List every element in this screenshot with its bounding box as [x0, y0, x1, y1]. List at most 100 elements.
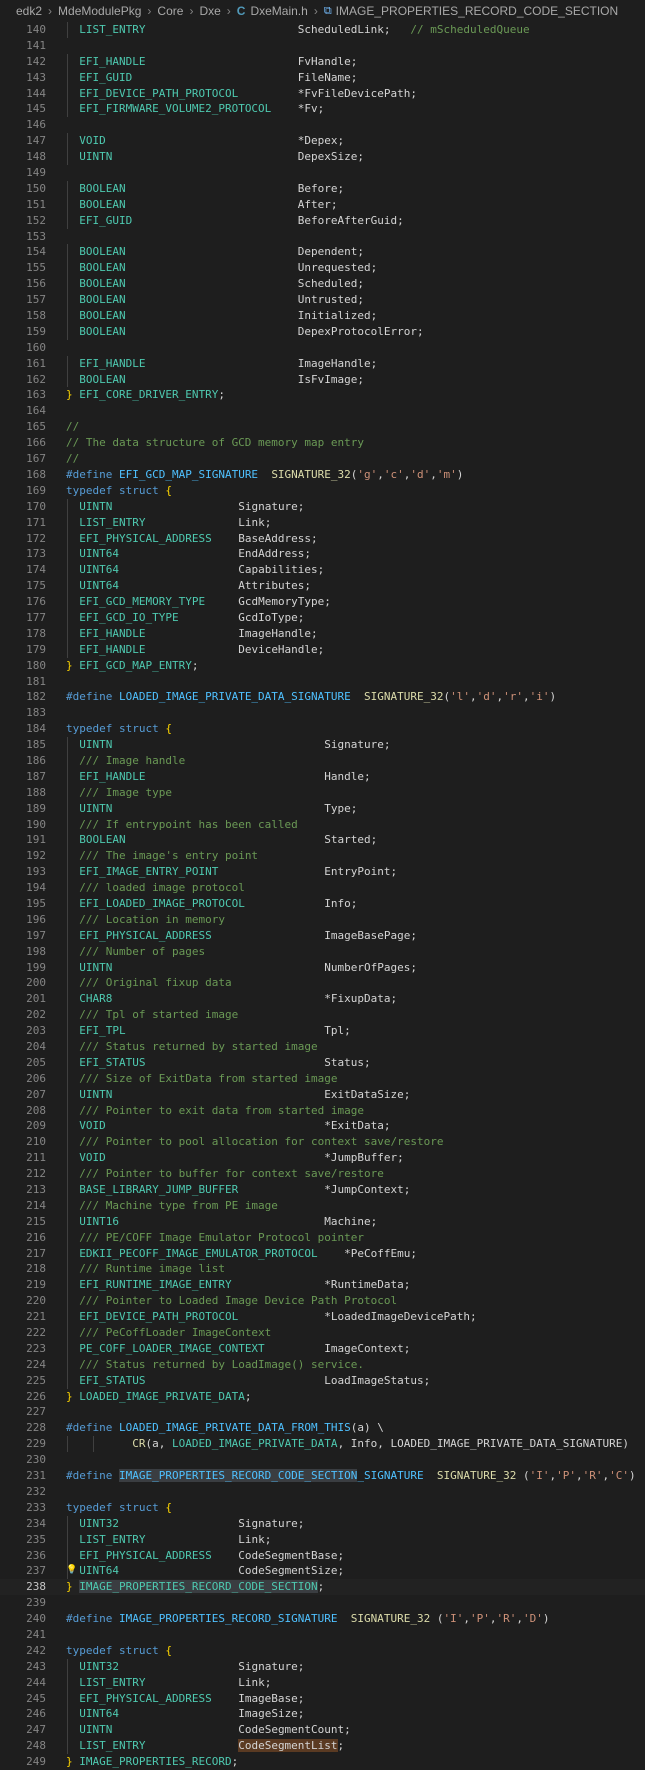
code-line[interactable]: 231 #define IMAGE_PROPERTIES_RECORD_CODE_…	[0, 1468, 645, 1484]
code-line[interactable]: 200 /// Original fixup data	[0, 975, 645, 992]
code-line[interactable]: 241	[0, 1627, 645, 1643]
code-line[interactable]: 148 UINTN DepexSize;	[0, 149, 645, 166]
code-line[interactable]: 158 BOOLEAN Initialized;	[0, 308, 645, 324]
code-line[interactable]: 216 /// PE/COFF Image Emulator Protocol …	[0, 1229, 645, 1246]
code-line[interactable]: 189 UINTN Type;	[0, 800, 645, 817]
code-line[interactable]: 184 typedef struct {	[0, 721, 645, 737]
code-line[interactable]: 144 EFI_DEVICE_PATH_PROTOCOL *FvFileDevi…	[0, 85, 645, 102]
code-line[interactable]: 170 UINTN Signature;	[0, 498, 645, 515]
code-line[interactable]: 205 EFI_STATUS Status;	[0, 1054, 645, 1071]
code-line[interactable]: 218 /// Runtime image list	[0, 1261, 645, 1278]
code-line[interactable]: 187 EFI_HANDLE Handle;	[0, 768, 645, 785]
code-line[interactable]: 157 BOOLEAN Untrusted;	[0, 292, 645, 309]
code-line[interactable]: 149	[0, 165, 645, 181]
code-line[interactable]: 245 EFI_PHYSICAL_ADDRESS ImageBase;	[0, 1690, 645, 1707]
code-line[interactable]: 185 UINTN Signature;	[0, 737, 645, 753]
code-line[interactable]: 168 #define EFI_GCD_MAP_SIGNATURE SIGNATU…	[0, 467, 645, 483]
code-line[interactable]: 182 #define LOADED_IMAGE_PRIVATE_DATA_SIG…	[0, 689, 645, 705]
code-line[interactable]: 214 /// Machine type from PE image	[0, 1197, 645, 1214]
code-line[interactable]: 233 typedef struct {	[0, 1500, 645, 1516]
code-line[interactable]: 180} EFI_GCD_MAP_ENTRY;	[0, 658, 645, 674]
code-line[interactable]: 151 BOOLEAN After;	[0, 196, 645, 213]
code-line[interactable]: 220 /// Pointer to Loaded Image Device P…	[0, 1293, 645, 1310]
code-line[interactable]: 197 EFI_PHYSICAL_ADDRESS ImageBasePage;	[0, 927, 645, 944]
code-line[interactable]: 175 UINT64 Attributes;	[0, 578, 645, 595]
code-line[interactable]: 173 UINT64 EndAddress;	[0, 546, 645, 563]
breadcrumb-item-dxe[interactable]: Dxe	[199, 4, 220, 18]
code-line[interactable]: 191 BOOLEAN Started;	[0, 832, 645, 849]
code-line[interactable]: 237 UINT64 CodeSegmentSize; 💡	[0, 1563, 645, 1580]
code-line[interactable]: 212 /// Pointer to buffer for context sa…	[0, 1166, 645, 1183]
code-line[interactable]: 224 /// Status returned by LoadImage() s…	[0, 1356, 645, 1373]
code-line[interactable]: 190 /// If entrypoint has been called	[0, 816, 645, 833]
code-line[interactable]: 152 EFI_GUID BeforeAfterGuid;	[0, 212, 645, 229]
code-line[interactable]: 209 VOID *ExitData;	[0, 1118, 645, 1135]
code-line[interactable]: 204 /// Status returned by started image	[0, 1039, 645, 1055]
code-line[interactable]: 153	[0, 229, 645, 245]
code-line[interactable]: 234 UINT32 Signature;	[0, 1515, 645, 1532]
code-line[interactable]: 242 typedef struct {	[0, 1643, 645, 1659]
code-line[interactable]: 165 //	[0, 419, 645, 435]
code-line[interactable]: 229 CR(a, LOADED_IMAGE_PRIVATE_DATA, Inf…	[0, 1436, 645, 1453]
code-line[interactable]: 196 /// Location in memory	[0, 911, 645, 928]
code-line[interactable]: 174 UINT64 Capabilities;	[0, 562, 645, 579]
code-line[interactable]: 199 UINTN NumberOfPages;	[0, 959, 645, 976]
code-line[interactable]: 163} EFI_CORE_DRIVER_ENTRY;	[0, 387, 645, 403]
breadcrumb-item-symbol[interactable]: IMAGE_PROPERTIES_RECORD_CODE_SECTION	[336, 4, 619, 18]
code-line[interactable]: 249} IMAGE_PROPERTIES_RECORD;	[0, 1754, 645, 1770]
code-line[interactable]: 143 EFI_GUID FileName;	[0, 69, 645, 86]
code-line[interactable]: 181	[0, 674, 645, 690]
code-line[interactable]: 226} LOADED_IMAGE_PRIVATE_DATA;	[0, 1389, 645, 1405]
code-line[interactable]: 150 BOOLEAN Before;	[0, 180, 645, 197]
code-line[interactable]: 160	[0, 340, 645, 356]
code-line[interactable]: 243 UINT32 Signature;	[0, 1658, 645, 1675]
lightbulb-icon[interactable]: 💡	[66, 1565, 77, 1576]
code-line[interactable]: 228 #define LOADED_IMAGE_PRIVATE_DATA_FRO…	[0, 1420, 645, 1436]
code-line[interactable]: 172 EFI_PHYSICAL_ADDRESS BaseAddress;	[0, 530, 645, 547]
code-line[interactable]: 179 EFI_HANDLE DeviceHandle;	[0, 641, 645, 658]
code-line[interactable]: 193 EFI_IMAGE_ENTRY_POINT EntryPoint;	[0, 864, 645, 881]
code-line[interactable]: 198 /// Number of pages	[0, 943, 645, 960]
code-line[interactable]: 208 /// Pointer to exit data from starte…	[0, 1102, 645, 1119]
code-line[interactable]: 230	[0, 1452, 645, 1468]
code-line[interactable]: 240 #define IMAGE_PROPERTIES_RECORD_SIGNA…	[0, 1611, 645, 1627]
code-line[interactable]: 145 EFI_FIRMWARE_VOLUME2_PROTOCOL *Fv;	[0, 101, 645, 118]
code-line[interactable]: 155 BOOLEAN Unrequested;	[0, 260, 645, 277]
code-line[interactable]: 171 LIST_ENTRY Link;	[0, 514, 645, 531]
code-line[interactable]: 192 /// The image's entry point	[0, 848, 645, 865]
code-line[interactable]: 140 LIST_ENTRY ScheduledLink; // mSchedu…	[0, 22, 645, 38]
code-line[interactable]: 238} IMAGE_PROPERTIES_RECORD_CODE_SECTIO…	[0, 1579, 645, 1596]
code-line[interactable]: 194 /// loaded image protocol	[0, 880, 645, 896]
code-line[interactable]: 161 EFI_HANDLE ImageHandle;	[0, 355, 645, 372]
code-line[interactable]: 223 PE_COFF_LOADER_IMAGE_CONTEXT ImageCo…	[0, 1340, 645, 1357]
code-line[interactable]: 213 BASE_LIBRARY_JUMP_BUFFER *JumpContex…	[0, 1182, 645, 1198]
code-line[interactable]: 211 VOID *JumpBuffer;	[0, 1150, 645, 1167]
code-line[interactable]: 221 EFI_DEVICE_PATH_PROTOCOL *LoadedImag…	[0, 1309, 645, 1326]
code-line[interactable]: 239	[0, 1595, 645, 1611]
breadcrumb-item-root[interactable]: edk2	[16, 4, 42, 18]
code-line[interactable]: 210 /// Pointer to pool allocation for c…	[0, 1134, 645, 1151]
code-line[interactable]: 177 EFI_GCD_IO_TYPE GcdIoType;	[0, 609, 645, 626]
code-line[interactable]: 207 UINTN ExitDataSize;	[0, 1086, 645, 1103]
code-line[interactable]: 203 EFI_TPL Tpl;	[0, 1023, 645, 1039]
code-line[interactable]: 232	[0, 1484, 645, 1500]
breadcrumb-item-file[interactable]: DxeMain.h	[250, 4, 307, 18]
code-line[interactable]: 195 EFI_LOADED_IMAGE_PROTOCOL Info;	[0, 895, 645, 912]
code-line[interactable]: 247 UINTN CodeSegmentCount;	[0, 1722, 645, 1739]
code-line[interactable]: 178 EFI_HANDLE ImageHandle;	[0, 625, 645, 642]
code-line[interactable]: 156 BOOLEAN Scheduled;	[0, 276, 645, 293]
code-line[interactable]: 183	[0, 705, 645, 721]
code-line[interactable]: 215 UINT16 Machine;	[0, 1213, 645, 1230]
code-line[interactable]: 141	[0, 38, 645, 54]
code-line[interactable]: 166 // The data structure of GCD memory m…	[0, 435, 645, 451]
code-line[interactable]: 225 EFI_STATUS LoadImageStatus;	[0, 1372, 645, 1389]
code-line[interactable]: 236 EFI_PHYSICAL_ADDRESS CodeSegmentBase…	[0, 1547, 645, 1564]
code-line[interactable]: 167 //	[0, 451, 645, 467]
code-line[interactable]: 201 CHAR8 *FixupData;	[0, 991, 645, 1008]
code-line[interactable]: 159 BOOLEAN DepexProtocolError;	[0, 323, 645, 340]
code-line[interactable]: 222 /// PeCoffLoader ImageContext	[0, 1325, 645, 1341]
code-line[interactable]: 162 BOOLEAN IsFvImage;	[0, 371, 645, 388]
code-line[interactable]: 248 LIST_ENTRY CodeSegmentList;	[0, 1738, 645, 1755]
breadcrumb-item-package[interactable]: MdeModulePkg	[58, 4, 141, 18]
code-line[interactable]: 146	[0, 117, 645, 133]
